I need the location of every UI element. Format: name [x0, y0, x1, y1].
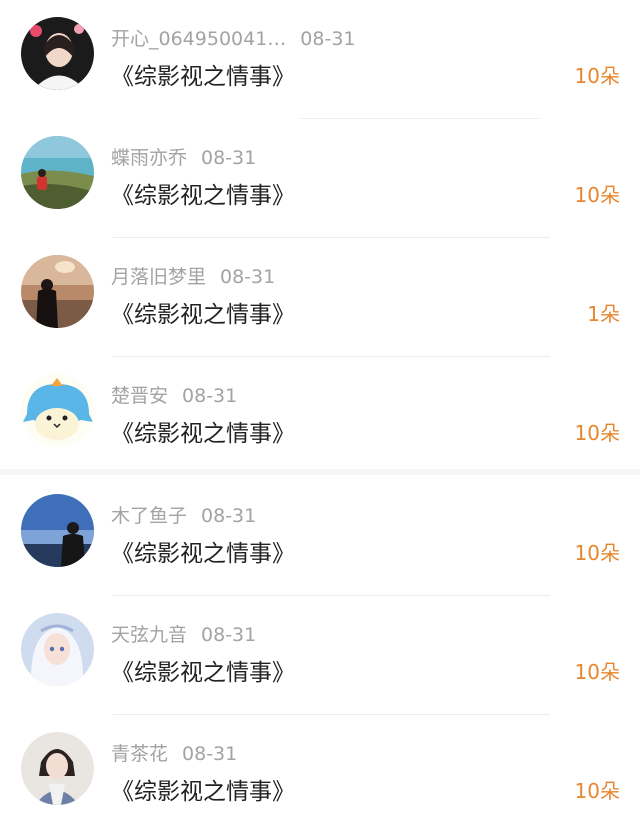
avatar[interactable] [21, 17, 94, 90]
comment-date: 08-31 [182, 385, 238, 407]
list-item[interactable]: 天弦九音 08-31 《综影视之情事》 10朵 [0, 596, 640, 715]
list-item[interactable]: 青茶花 08-31 《综影视之情事》 10朵 [0, 715, 640, 834]
list-item[interactable]: 楚晋安 08-31 《综影视之情事》 10朵 [0, 357, 640, 476]
username[interactable]: 楚晋安 [111, 385, 168, 407]
list-item[interactable]: 月落旧梦里 08-31 《综影视之情事》 1朵 [0, 238, 640, 357]
username[interactable]: 木了鱼子 [111, 505, 187, 527]
comment-meta: 天弦九音 08-31 [111, 620, 256, 648]
book-title[interactable]: 《综影视之情事》 [111, 414, 295, 448]
avatar-illustrated-girl-icon [21, 732, 94, 805]
book-title[interactable]: 《综影视之情事》 [111, 295, 295, 329]
comment-meta: 木了鱼子 08-31 [111, 501, 256, 529]
book-title[interactable]: 《综影视之情事》 [111, 176, 295, 210]
flower-gift-count: 10朵 [574, 421, 620, 445]
list-item[interactable]: 木了鱼子 08-31 《综影视之情事》 10朵 [0, 477, 640, 596]
avatar-anime-girl-white-hair-icon [21, 613, 94, 686]
comment-meta: 开心_064950041… 08-31 [111, 24, 356, 52]
comment-meta: 月落旧梦里 08-31 [111, 262, 275, 290]
book-title[interactable]: 《综影视之情事》 [111, 534, 295, 568]
avatar[interactable] [21, 494, 94, 567]
avatar-seaside-icon [21, 136, 94, 209]
comment-date: 08-31 [182, 743, 238, 765]
book-title[interactable]: 《综影视之情事》 [111, 653, 295, 687]
flower-gift-count: 10朵 [574, 660, 620, 684]
comment-meta: 蝶雨亦乔 08-31 [111, 143, 256, 171]
avatar[interactable] [21, 732, 94, 805]
avatar[interactable] [21, 613, 94, 686]
avatar[interactable] [21, 255, 94, 328]
comment-date: 08-31 [201, 505, 257, 527]
avatar[interactable] [21, 136, 94, 209]
comment-meta: 青茶花 08-31 [111, 739, 237, 767]
book-title[interactable]: 《综影视之情事》 [111, 772, 295, 806]
book-title[interactable]: 《综影视之情事》 [111, 57, 295, 91]
flower-gift-count: 10朵 [574, 779, 620, 803]
section-divider [0, 469, 640, 475]
flower-gift-count: 1朵 [587, 302, 620, 326]
avatar-blue-sky-person-icon [21, 494, 94, 567]
list-item[interactable]: 蝶雨亦乔 08-31 《综影视之情事》 10朵 [0, 119, 640, 238]
comment-date: 08-31 [201, 624, 257, 646]
flower-gift-count: 10朵 [574, 183, 620, 207]
username[interactable]: 月落旧梦里 [111, 266, 206, 288]
username[interactable]: 天弦九音 [111, 624, 187, 646]
comment-meta: 楚晋安 08-31 [111, 381, 237, 409]
avatar-girl-flowers-icon [21, 17, 94, 90]
list-item[interactable]: 开心_064950041… 08-31 《综影视之情事》 10朵 [0, 0, 640, 119]
comment-date: 08-31 [201, 147, 257, 169]
flower-gift-count: 10朵 [574, 541, 620, 565]
avatar-blue-penguin-icon [21, 374, 94, 447]
username[interactable]: 开心_064950041… [111, 28, 286, 50]
comment-list: 开心_064950041… 08-31 《综影视之情事》 10朵 蝶雨亦乔 08-3… [0, 0, 640, 838]
avatar-sunset-silhouette-icon [21, 255, 94, 328]
avatar[interactable] [21, 374, 94, 447]
flower-gift-count: 10朵 [574, 64, 620, 88]
username[interactable]: 蝶雨亦乔 [111, 147, 187, 169]
comment-date: 08-31 [300, 28, 356, 50]
username[interactable]: 青茶花 [111, 743, 168, 765]
comment-date: 08-31 [220, 266, 276, 288]
